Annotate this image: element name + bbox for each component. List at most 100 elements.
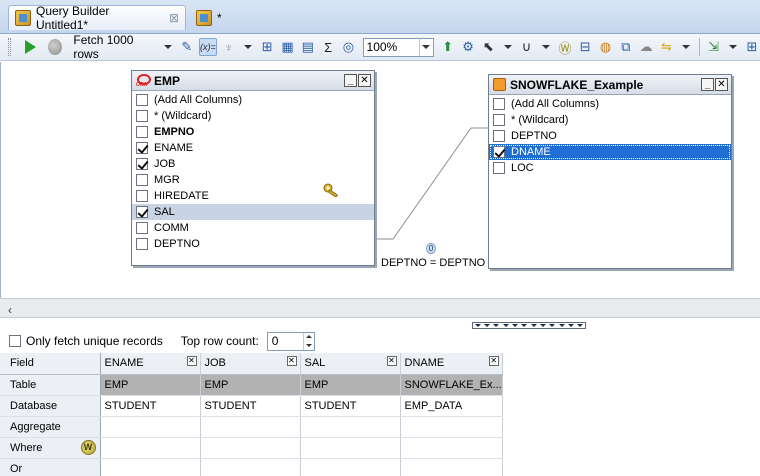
- join-node-icon[interactable]: 0: [426, 243, 436, 254]
- grid-cell[interactable]: EMP: [200, 374, 301, 396]
- remove-column-icon[interactable]: ✕: [286, 356, 297, 366]
- grid-cell[interactable]: EMP: [300, 374, 401, 396]
- emp-column-deptno[interactable]: DEPTNO: [132, 236, 374, 252]
- filter-caret-icon[interactable]: [681, 45, 690, 49]
- panel-splitter-handle[interactable]: [472, 322, 586, 329]
- snowflake-table-window[interactable]: SNOWFLAKE_Example _ ✕ (Add All Columns) …: [488, 74, 732, 269]
- grid-cell[interactable]: STUDENT: [300, 395, 401, 417]
- snowflake-table-titlebar[interactable]: SNOWFLAKE_Example _ ✕: [489, 75, 731, 95]
- export-icon[interactable]: ⬆: [440, 38, 456, 56]
- settings-icon[interactable]: ⚙: [460, 38, 476, 56]
- fetch-rows-caret-icon[interactable]: [163, 45, 172, 49]
- top-row-count-spinner[interactable]: 0: [266, 331, 315, 351]
- select-caret-icon[interactable]: [503, 45, 512, 49]
- union-caret-icon[interactable]: [541, 45, 550, 49]
- grid-cell[interactable]: [400, 458, 503, 476]
- grid-cell[interactable]: STUDENT: [100, 395, 201, 417]
- execute-caret-icon[interactable]: [728, 45, 737, 49]
- grid-cell[interactable]: [200, 458, 301, 476]
- checkbox[interactable]: [136, 174, 148, 186]
- checkbox[interactable]: [493, 130, 505, 142]
- checkbox[interactable]: [493, 98, 505, 110]
- canvas-horizontal-scrollbar[interactable]: ‹: [0, 298, 760, 318]
- emp-column-empno[interactable]: EMPNO: [132, 124, 374, 140]
- grid-column-header[interactable]: SAL ✕: [300, 353, 401, 375]
- checkbox[interactable]: [493, 162, 505, 174]
- checkbox[interactable]: [136, 190, 148, 202]
- grid-cell[interactable]: EMP: [100, 374, 201, 396]
- tab-query-builder[interactable]: Query Builder Untitled1* ⊠: [8, 4, 186, 32]
- diagram-canvas[interactable]: EMP _ ✕ (Add All Columns) * (Wildcard) E…: [0, 62, 760, 298]
- checkbox[interactable]: [136, 126, 148, 138]
- grid-cell[interactable]: [100, 458, 201, 476]
- grid-cell[interactable]: [200, 416, 301, 438]
- zoom-dropdown-icon[interactable]: [418, 38, 433, 56]
- checkbox[interactable]: [136, 158, 148, 170]
- snowflake-column-deptno[interactable]: DEPTNO: [489, 128, 731, 144]
- where-icon[interactable]: Ⓦ: [557, 38, 573, 56]
- unique-records-checkbox[interactable]: [9, 335, 21, 347]
- checkbox[interactable]: [136, 94, 148, 106]
- remove-column-icon[interactable]: ✕: [186, 356, 197, 366]
- emp-table-window[interactable]: EMP _ ✕ (Add All Columns) * (Wildcard) E…: [131, 70, 375, 266]
- paint-caret-icon[interactable]: [244, 45, 253, 49]
- zoom-select[interactable]: 100%: [362, 37, 434, 57]
- minimize-button[interactable]: _: [344, 74, 357, 87]
- run-query-button[interactable]: [24, 40, 36, 54]
- checkbox[interactable]: [136, 110, 148, 122]
- snowflake-column-dname[interactable]: DNAME: [489, 144, 731, 160]
- snowflake-column-add-all[interactable]: (Add All Columns): [489, 96, 731, 112]
- emp-table-titlebar[interactable]: EMP _ ✕: [132, 71, 374, 91]
- checkbox[interactable]: [136, 238, 148, 250]
- emp-column-add-all[interactable]: (Add All Columns): [132, 92, 374, 108]
- more-tools-icon[interactable]: ⊞: [744, 38, 760, 56]
- stop-query-button[interactable]: [47, 39, 63, 55]
- grid-column-header[interactable]: ENAME ✕: [100, 353, 201, 375]
- toolbar-grip[interactable]: [8, 38, 11, 56]
- sum-icon[interactable]: Σ: [320, 38, 336, 56]
- tab-worksheet[interactable]: *: [190, 5, 250, 30]
- function-button[interactable]: (x)=: [199, 38, 217, 56]
- view-sql-icon[interactable]: ◎: [340, 38, 356, 56]
- add-table-icon[interactable]: ⊞: [259, 38, 275, 56]
- remove-column-icon[interactable]: ✕: [386, 356, 397, 366]
- snowflake-column-loc[interactable]: LOC: [489, 160, 731, 176]
- checkbox[interactable]: [136, 222, 148, 234]
- grid-cell[interactable]: [100, 437, 201, 459]
- layout-icon[interactable]: ⊟: [577, 38, 593, 56]
- emp-column-comm[interactable]: COMM: [132, 220, 374, 236]
- emp-column-ename[interactable]: ENAME: [132, 140, 374, 156]
- grid-cell[interactable]: [100, 416, 201, 438]
- select-cursor-icon[interactable]: ⬉: [480, 38, 496, 56]
- grid-column-header[interactable]: DNAME ✕: [400, 353, 503, 375]
- grid-view-icon[interactable]: ▦: [279, 38, 295, 56]
- globe-icon[interactable]: ◍: [597, 38, 613, 56]
- minimize-button[interactable]: _: [701, 78, 714, 91]
- grid-cell[interactable]: SNOWFLAKE_Ex...: [400, 374, 503, 396]
- remove-column-icon[interactable]: ✕: [488, 356, 499, 366]
- grid-cell[interactable]: [400, 416, 503, 438]
- checkbox[interactable]: [493, 146, 505, 158]
- grid-cell[interactable]: [400, 437, 503, 459]
- checkbox[interactable]: [493, 114, 505, 126]
- cloud-icon[interactable]: ☁: [638, 38, 654, 56]
- filter-icon[interactable]: ⇋: [658, 38, 674, 56]
- emp-column-job[interactable]: JOB: [132, 156, 374, 172]
- scroll-left-icon[interactable]: ‹: [8, 303, 12, 317]
- paint-icon[interactable]: ♆: [221, 38, 237, 56]
- checkbox[interactable]: [136, 142, 148, 154]
- table-layout-icon[interactable]: ▤: [300, 38, 316, 56]
- edit-sql-icon[interactable]: ✎: [179, 38, 195, 56]
- grid-column-header[interactable]: JOB ✕: [200, 353, 301, 375]
- grid-cell[interactable]: [300, 437, 401, 459]
- snowflake-column-wildcard[interactable]: * (Wildcard): [489, 112, 731, 128]
- execute-icon[interactable]: ⇲: [705, 38, 721, 56]
- where-builder-icon[interactable]: W: [80, 439, 96, 455]
- union-icon[interactable]: ∪: [519, 38, 535, 56]
- tab-close-icon[interactable]: ⊠: [169, 11, 179, 25]
- grid-cell[interactable]: [300, 458, 401, 476]
- fetch-rows-dropdown[interactable]: Fetch 1000 rows: [70, 33, 156, 61]
- emp-column-sal[interactable]: SAL: [132, 204, 374, 220]
- close-button[interactable]: ✕: [715, 78, 728, 91]
- checkbox[interactable]: [136, 206, 148, 218]
